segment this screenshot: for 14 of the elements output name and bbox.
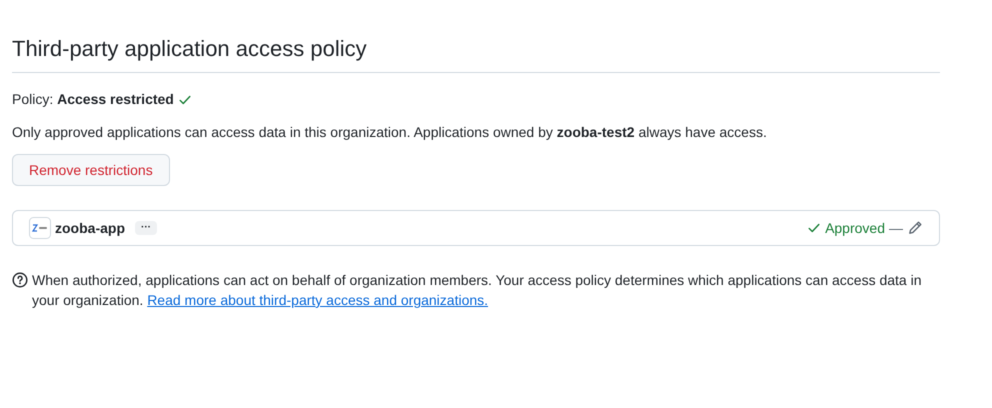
app-logo-icon [29,217,51,239]
help-text: When authorized, applications can act on behalf of organization members. Your access policy determines which applications can access data in your organization. Read more about third-party access and organizations. [32,271,923,310]
read-more-link[interactable]: Read more about third-party access and organizations. [147,292,488,308]
app-name[interactable]: zooba-app [55,218,125,238]
section-heading: Third-party application access policy [12,34,367,73]
policy-label: Policy: Access restricted [12,90,174,109]
policy-description: Only approved applications can access data in this organization. Applications owned by zooba-test2 always have access. [12,123,768,142]
check-icon [807,221,822,235]
separator-dash: — [889,218,903,238]
status-label: Approved [825,218,885,238]
edit-icon[interactable] [907,220,923,236]
remove-restrictions-button[interactable]: Remove restrictions [12,154,170,186]
more-button[interactable]: ··· [135,221,157,235]
help-icon [12,272,28,288]
